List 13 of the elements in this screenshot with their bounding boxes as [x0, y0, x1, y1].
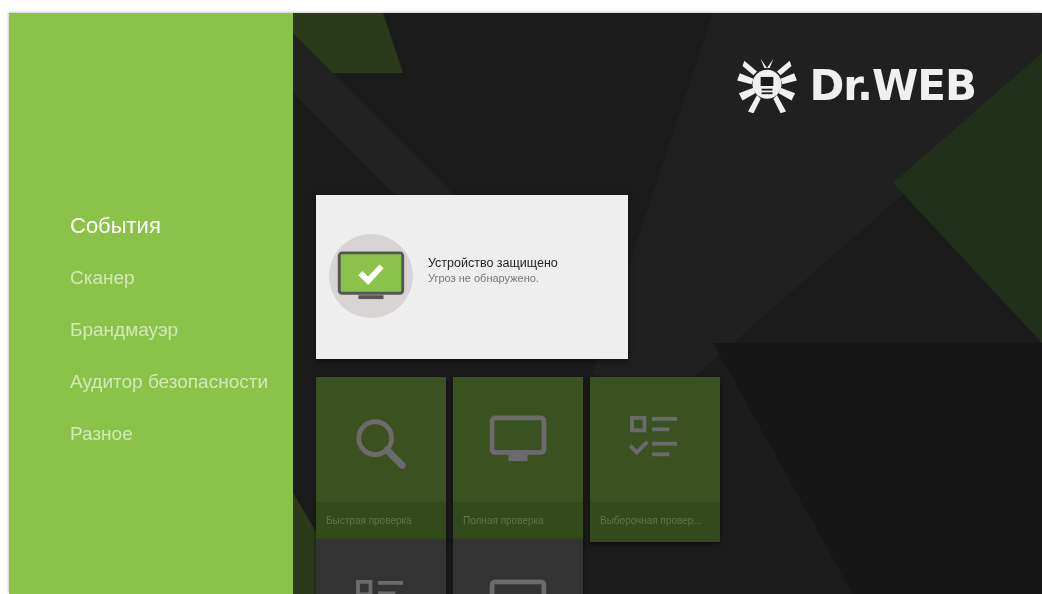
status-title: Устройство защищено — [428, 256, 558, 270]
menu-tile[interactable] — [453, 539, 583, 594]
logo-text: Dr.WEB — [809, 65, 976, 107]
monitor-check-icon — [337, 251, 405, 301]
menu-tile[interactable] — [316, 539, 446, 594]
sidebar-item[interactable]: События — [70, 209, 161, 243]
monitor-icon — [489, 415, 547, 463]
sidebar-item[interactable]: Брандмауэр — [70, 313, 179, 347]
sidebar-item[interactable]: Разное — [70, 417, 133, 451]
status-subtitle: Угроз не обнаружено. — [428, 272, 540, 284]
sidebar-item[interactable]: Сканер — [70, 261, 135, 295]
sidebar-item[interactable]: Аудитор безопасности — [70, 365, 269, 399]
spider-logo-icon — [735, 57, 800, 115]
